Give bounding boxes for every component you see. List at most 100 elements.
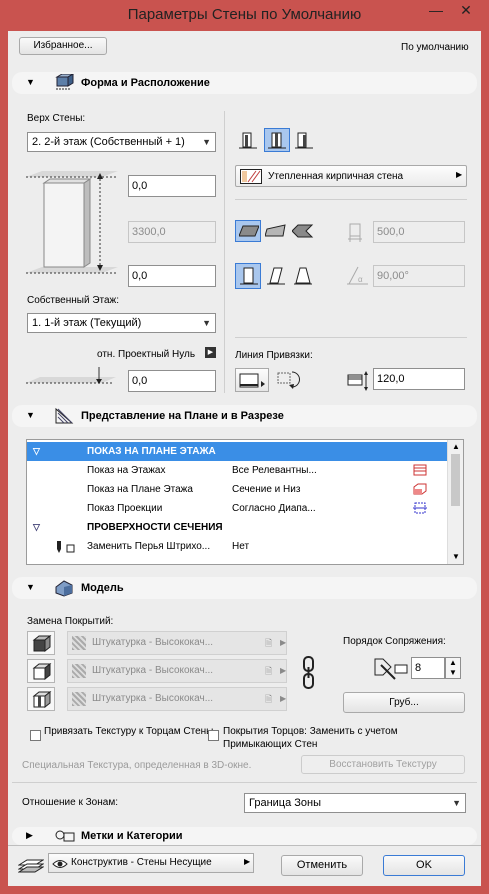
layer-icon: [18, 859, 44, 873]
layer-value: Конструктив - Стены Несущие: [71, 857, 212, 868]
home-story-value: 1. 1-й этаж (Текущий): [32, 317, 142, 329]
thickness-input: 500,0: [373, 221, 465, 243]
priority-input[interactable]: 8: [411, 657, 445, 679]
section-model-header[interactable]: ▼ Модель: [12, 577, 477, 599]
section-floorplan-header[interactable]: ▼ Представление на Плане и в Разрезе: [12, 405, 477, 427]
close-button[interactable]: ✕: [451, 0, 481, 22]
polygonal-wall-icon[interactable]: [292, 224, 314, 238]
trapezoid-wall-icon[interactable]: [265, 224, 287, 238]
list-group-label: ПРОВЕРХНОСТИ СЕЧЕНИЯ: [87, 522, 223, 533]
wall-top-select[interactable]: 2. 2-й этаж (Собственный + 1) ▼: [27, 132, 216, 152]
base-offset-input[interactable]: 0,0: [128, 370, 216, 392]
zone-relation-select[interactable]: Граница Зоны ▼: [244, 793, 466, 813]
divider: [8, 845, 481, 846]
eye-icon: [52, 860, 68, 868]
list-scrollbar[interactable]: ▲ ▼: [447, 440, 463, 564]
page-icon: 🗎: [265, 638, 273, 648]
override-edge-button[interactable]: [27, 687, 55, 711]
list-item-value[interactable]: Согласно Диапа...: [232, 499, 316, 518]
override-side1-button[interactable]: [27, 631, 55, 655]
list-item[interactable]: Показ на Этажах Все Релевантны...: [27, 461, 447, 480]
composite-label: Утепленная кирпичная стена: [268, 171, 404, 182]
basic-wall-icon[interactable]: [239, 224, 259, 238]
section-tags-header[interactable]: ▶ Метки и Категории: [12, 827, 477, 845]
scroll-down-icon[interactable]: ▼: [452, 552, 460, 561]
edge-surface-checkbox[interactable]: [208, 730, 219, 741]
submenu-arrow-icon: ▶: [280, 638, 287, 647]
slanted-profile-icon[interactable]: [266, 266, 286, 286]
override-side2-button[interactable]: [27, 659, 55, 683]
list-group-header[interactable]: ▽ ПРОВЕРХНОСТИ СЕЧЕНИЯ: [27, 518, 447, 537]
divider: [12, 782, 477, 783]
submenu-arrow-icon: ▶: [244, 857, 251, 866]
wall-center-icon[interactable]: [266, 129, 288, 151]
window-title: Параметры Стены по Умолчанию: [127, 6, 362, 23]
base-level-diagram-icon: [26, 367, 116, 384]
collapse-triangle-icon[interactable]: ▽: [33, 442, 40, 461]
collapse-triangle-icon[interactable]: ▼: [26, 410, 35, 420]
list-item-value[interactable]: Нет: [232, 537, 249, 556]
divider: [235, 199, 467, 200]
collapse-triangle-icon[interactable]: ▼: [26, 582, 35, 592]
double-slanted-profile-icon[interactable]: [293, 266, 313, 286]
floorplan-settings-list[interactable]: ▽ ПОКАЗ НА ПЛАНЕ ЭТАЖА Показ на Этажах В…: [26, 439, 464, 565]
default-label: По умолчанию: [401, 42, 469, 53]
collapse-triangle-icon[interactable]: ▼: [26, 77, 35, 87]
surface-side2-select: Штукатурка - Высококач... 🗎 ▶: [67, 659, 287, 683]
home-story-select[interactable]: 1. 1-й этаж (Текущий) ▼: [27, 313, 216, 333]
scroll-up-icon[interactable]: ▲: [452, 442, 460, 451]
top-offset-input[interactable]: 0,0: [128, 175, 216, 197]
reference-line-icon: [239, 373, 265, 388]
surface-side1-value: Штукатурка - Высококач...: [92, 637, 214, 648]
cube-side2-icon: [32, 663, 52, 681]
priority-icon: [374, 658, 408, 680]
straight-profile-icon[interactable]: [239, 266, 259, 286]
spin-down-icon[interactable]: ▼: [449, 668, 457, 677]
reference-offset-icon: [347, 371, 368, 391]
layer-select[interactable]: Конструктив - Стены Несущие ▶: [48, 853, 254, 873]
dialog-client: Избранное... По умолчанию ▼ Форма и Расп…: [8, 31, 481, 886]
list-item[interactable]: Заменить Перья Штрихо... Нет: [27, 537, 447, 556]
wall-ref-right-icon[interactable]: [293, 129, 315, 151]
spin-up-icon[interactable]: ▲: [449, 658, 457, 667]
scroll-thumb[interactable]: [451, 454, 460, 506]
cancel-button[interactable]: Отменить: [281, 855, 363, 876]
section-geometry-header[interactable]: ▼ Форма и Расположение: [12, 72, 477, 94]
priority-spinner[interactable]: ▲ ▼: [445, 657, 461, 679]
align-texture-checkbox[interactable]: [30, 730, 41, 741]
list-item-label: Показ на Этажах: [87, 465, 166, 476]
expand-triangle-icon[interactable]: ▶: [26, 830, 33, 841]
list-item-value[interactable]: Сечение и Низ: [232, 480, 300, 499]
minimize-button[interactable]: —: [421, 0, 451, 22]
section-model-label: Модель: [81, 582, 124, 594]
list-item-value[interactable]: Все Релевантны...: [232, 461, 317, 480]
bottom-offset-input[interactable]: 0,0: [128, 265, 216, 287]
composite-select-button[interactable]: Утепленная кирпичная стена ▶: [235, 165, 467, 187]
cube-side1-icon: [32, 635, 52, 653]
list-item[interactable]: Показ на Плане Этажа Сечение и Низ: [27, 480, 447, 499]
coarse-button[interactable]: Груб...: [343, 692, 465, 713]
wall-straight-icon[interactable]: [237, 129, 259, 151]
collapse-triangle-icon[interactable]: ▽: [33, 518, 40, 537]
submenu-arrow-icon: ▶: [280, 694, 287, 703]
list-item[interactable]: Показ Проекции Согласно Диапа...: [27, 499, 447, 518]
intersection-priority-label: Порядок Сопряжения:: [343, 636, 446, 647]
reference-line-flip-icon[interactable]: [276, 369, 300, 391]
list-item-label: Показ на Плане Этажа: [87, 484, 193, 495]
chevron-down-icon: ▼: [452, 798, 461, 808]
dialog-window: Параметры Стены по Умолчанию — ✕ Избранн…: [0, 0, 489, 894]
surface-override-label: Замена Покрытий:: [27, 616, 114, 627]
wall-height-input: 3300,0: [128, 221, 216, 243]
reference-offset-input[interactable]: 120,0: [373, 368, 465, 390]
ok-button[interactable]: OK: [383, 855, 465, 876]
project-zero-label: отн. Проектный Нуль: [97, 349, 196, 360]
composite-hatch-icon: [240, 169, 262, 184]
project-zero-arrow-icon[interactable]: ▶: [205, 347, 216, 358]
chain-link-icon[interactable]: [301, 655, 317, 691]
texture-swatch: [72, 692, 86, 706]
list-group-header[interactable]: ▽ ПОКАЗ НА ПЛАНЕ ЭТАЖА: [27, 442, 447, 461]
title-bar[interactable]: Параметры Стены по Умолчанию — ✕: [0, 0, 489, 30]
home-story-label: Собственный Этаж:: [27, 295, 120, 306]
favorites-button[interactable]: Избранное...: [19, 37, 107, 55]
reference-line-select[interactable]: [235, 368, 269, 392]
